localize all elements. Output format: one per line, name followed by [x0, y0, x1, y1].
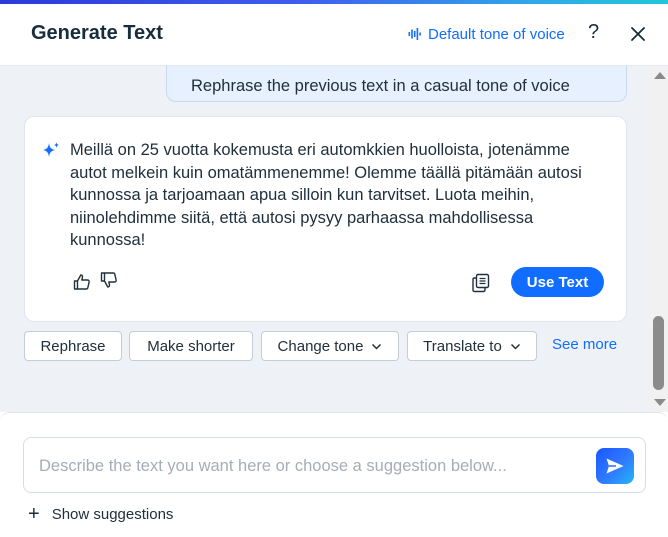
send-icon	[606, 458, 624, 474]
plus-icon: +	[28, 503, 40, 525]
close-icon[interactable]	[627, 23, 649, 45]
scroll-down-arrow-icon[interactable]	[654, 399, 666, 406]
sound-wave-icon	[408, 28, 421, 40]
show-suggestions-button[interactable]: + Show suggestions	[28, 503, 173, 525]
translate-to-label: Translate to	[423, 337, 502, 355]
thumbs-down-icon[interactable]	[100, 271, 118, 289]
user-message-text: Rephrase the previous text in a casual t…	[191, 77, 570, 95]
chat-area[interactable]: Rephrase the previous text in a casual t…	[0, 66, 650, 412]
prompt-input[interactable]	[39, 454, 579, 478]
chevron-down-icon	[372, 343, 382, 350]
help-button[interactable]: ?	[588, 21, 599, 44]
scroll-up-arrow-icon[interactable]	[654, 72, 666, 79]
panel-title: Generate Text	[31, 22, 163, 44]
copy-icon[interactable]	[471, 273, 491, 293]
tone-label: Default tone of voice	[428, 25, 565, 43]
ai-response-card: Meillä on 25 vuotta kokemusta eri automk…	[24, 116, 627, 322]
user-message-bubble: Rephrase the previous text in a casual t…	[166, 66, 627, 102]
translate-to-dropdown[interactable]: Translate to	[407, 331, 537, 361]
use-text-button[interactable]: Use Text	[511, 267, 604, 297]
see-more-link[interactable]: See more	[552, 336, 617, 353]
thumbs-up-icon[interactable]	[73, 273, 91, 291]
composer-footer: + Show suggestions	[0, 412, 668, 537]
change-tone-dropdown[interactable]: Change tone	[261, 331, 399, 361]
sparkle-icon	[43, 142, 59, 157]
make-shorter-chip[interactable]: Make shorter	[129, 331, 253, 361]
chat-scrollbar[interactable]	[650, 66, 668, 412]
ai-response-text: Meillä on 25 vuotta kokemusta eri automk…	[70, 141, 582, 249]
tone-of-voice-button[interactable]: Default tone of voice	[408, 24, 565, 44]
show-suggestions-label: Show suggestions	[51, 505, 174, 523]
chevron-down-icon	[510, 343, 520, 350]
send-button[interactable]	[596, 448, 634, 484]
scrollbar-thumb[interactable]	[653, 316, 664, 390]
panel-header: Generate Text Default tone of voice ?	[0, 4, 668, 66]
change-tone-label: Change tone	[277, 337, 364, 355]
rephrase-chip[interactable]: Rephrase	[24, 331, 122, 361]
prompt-box	[23, 437, 646, 493]
